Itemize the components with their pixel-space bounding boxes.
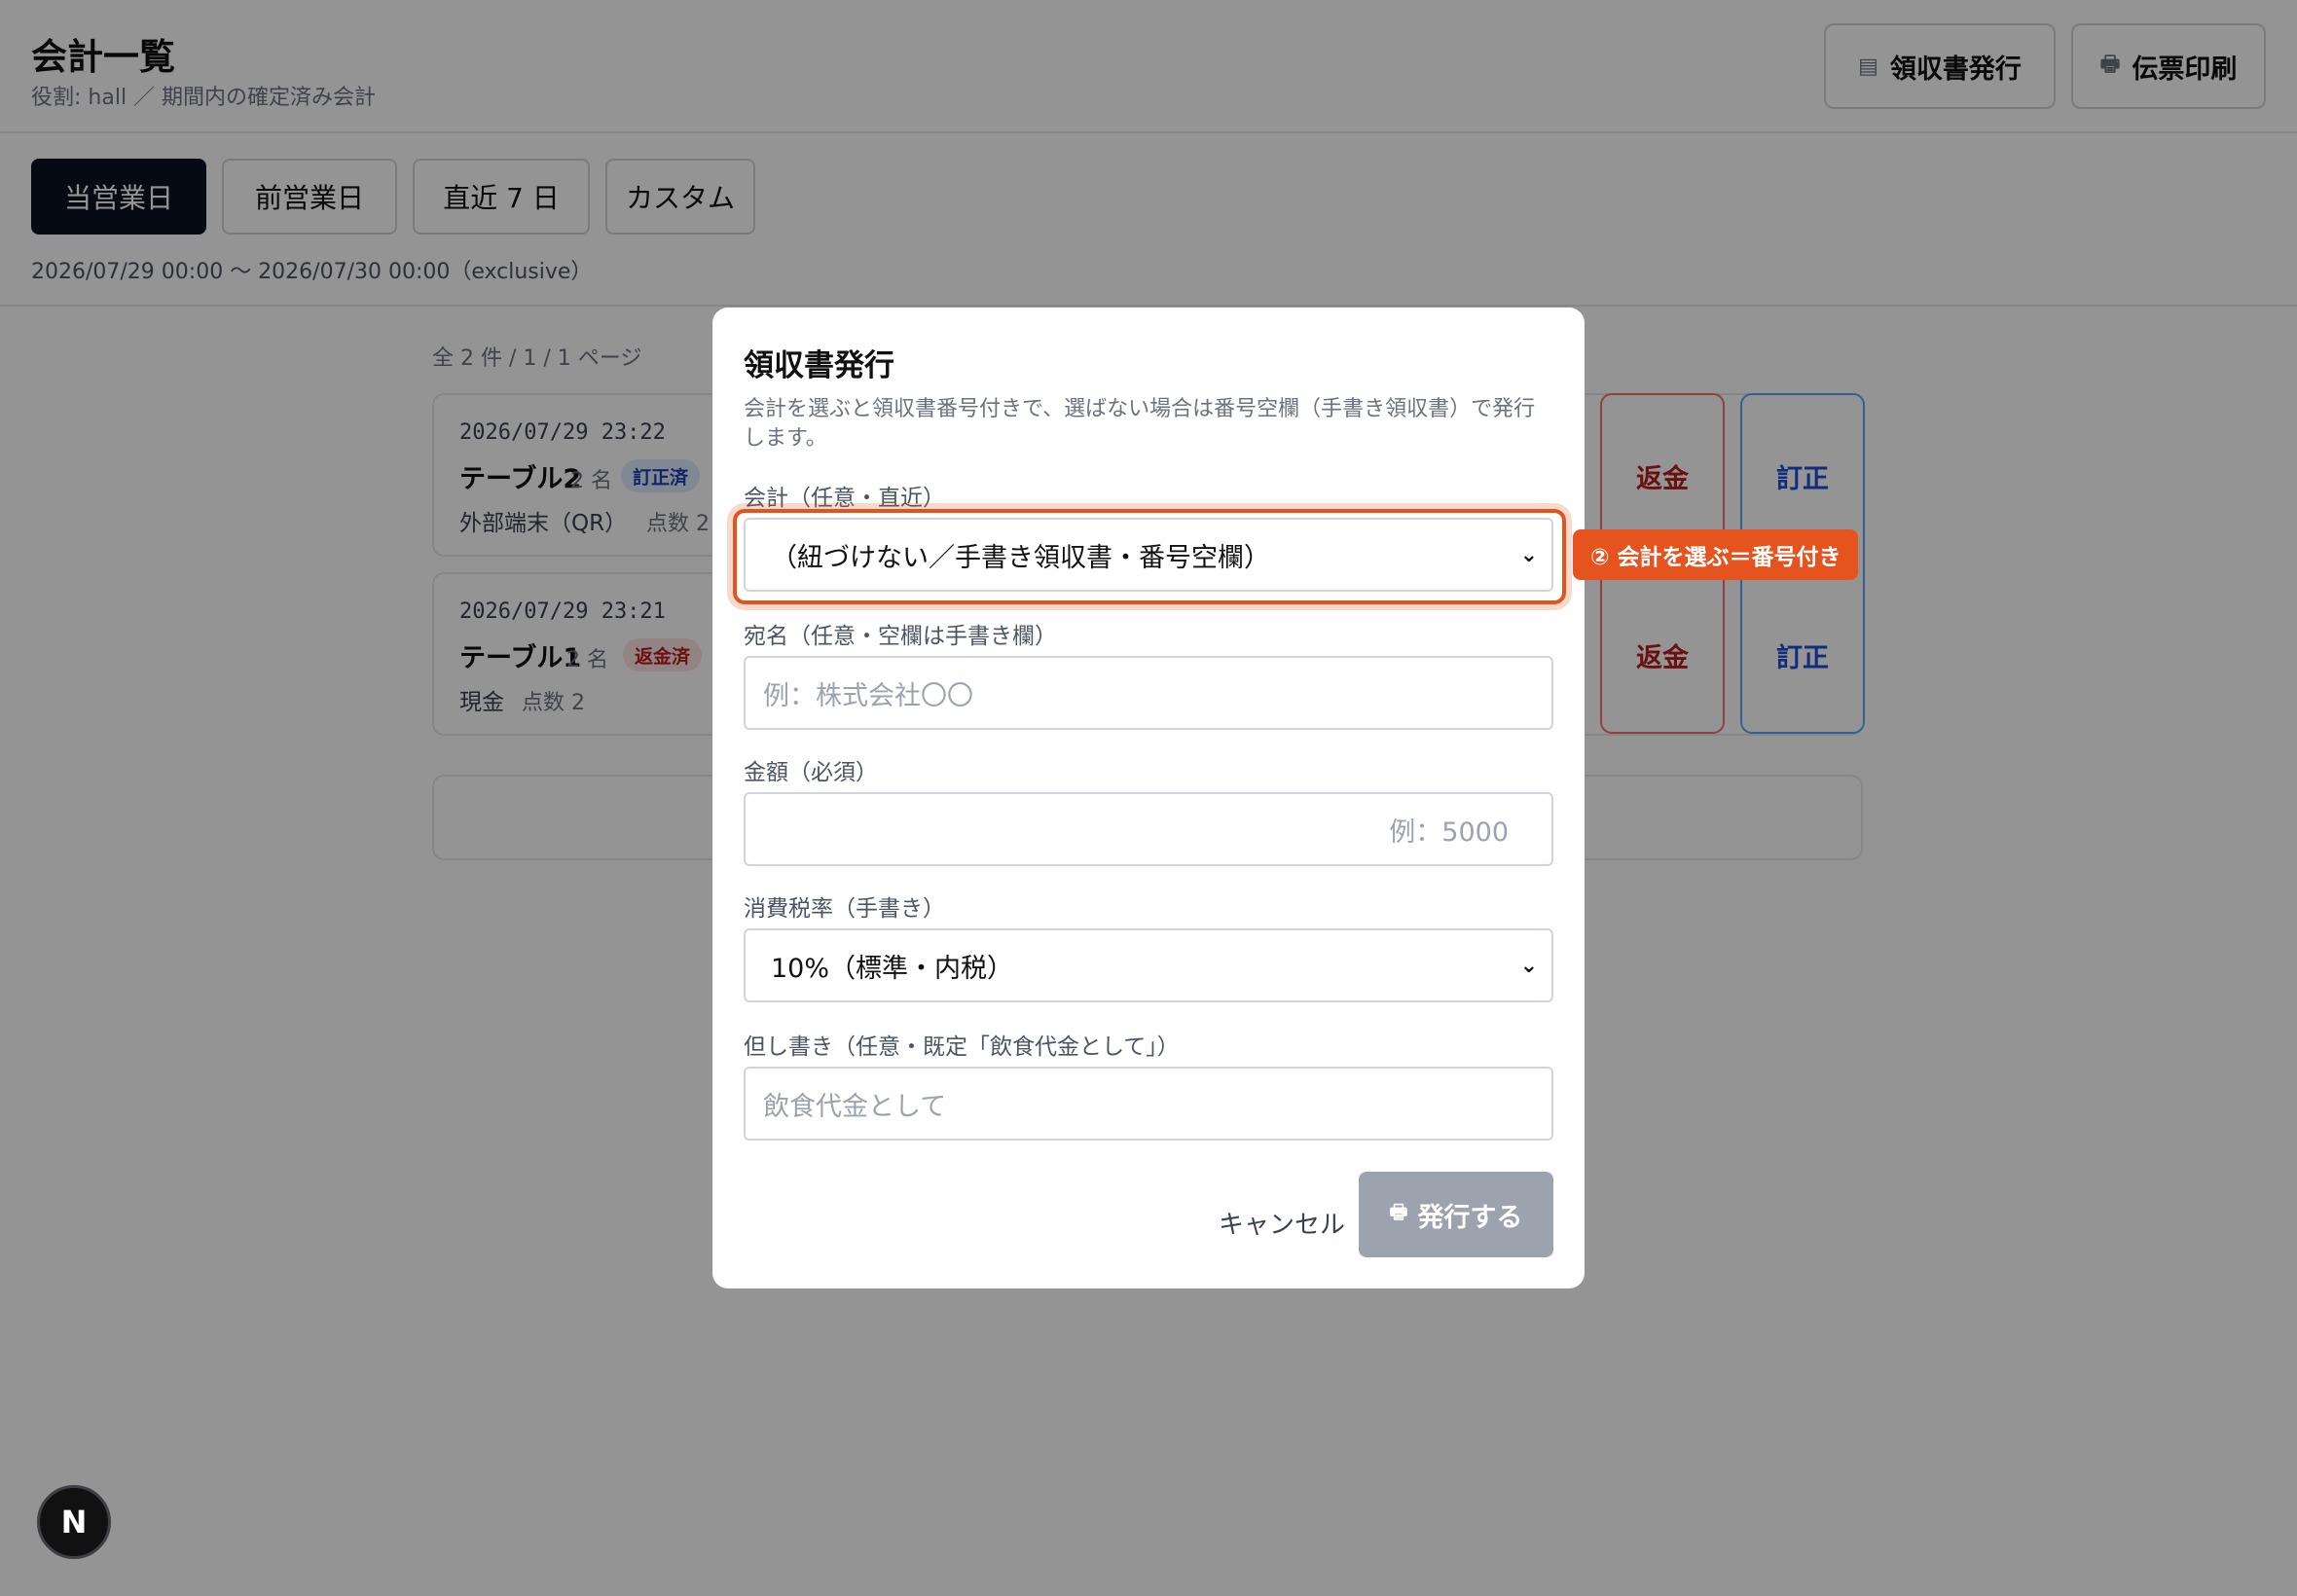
printer-icon: 🖶 <box>1389 1200 1408 1223</box>
addressee-placeholder: 例：株式会社〇〇 <box>763 680 973 711</box>
amount-label: 金額（必須） <box>744 760 878 785</box>
addressee-input[interactable]: 例：株式会社〇〇 <box>744 656 1553 730</box>
focus-highlight <box>733 509 1566 604</box>
note-placeholder: 飲食代金として <box>763 1091 947 1122</box>
issue-button-label: 発行する <box>1417 1202 1523 1233</box>
cancel-button[interactable]: キャンセル <box>1199 1193 1365 1251</box>
chevron-down-icon: ⌄ <box>1519 953 1538 978</box>
dialog-title: 領収書発行 <box>744 348 894 383</box>
amount-input[interactable]: 例：5000 <box>744 792 1553 866</box>
note-input[interactable]: 飲食代金として <box>744 1067 1553 1141</box>
tax-label: 消費税率（手書き） <box>744 896 945 922</box>
dialog-description: 会計を選ぶと領収書番号付きで、選ばない場合は番号空欄（手書き領収書）で発行します… <box>744 397 1536 451</box>
tutorial-callout: ② 会計を選ぶ＝番号付き <box>1573 529 1859 580</box>
addressee-label: 宛名（任意・空欄は手書き欄） <box>744 624 1057 649</box>
issue-button[interactable]: 🖶 発行する <box>1359 1172 1553 1257</box>
account-label: 会計（任意・直近） <box>744 486 945 511</box>
note-label: 但し書き（任意・既定「飲食代金として」） <box>744 1034 1180 1060</box>
receipt-dialog: 領収書発行 会計を選ぶと領収書番号付きで、選ばない場合は番号空欄（手書き領収書）… <box>712 308 1585 1288</box>
tax-select-value: 10%（標準・内税） <box>771 953 1014 984</box>
tax-select[interactable]: 10%（標準・内税） ⌄ <box>744 928 1553 1002</box>
amount-placeholder: 例：5000 <box>1389 816 1509 848</box>
dev-tools-badge[interactable]: N <box>37 1485 111 1559</box>
